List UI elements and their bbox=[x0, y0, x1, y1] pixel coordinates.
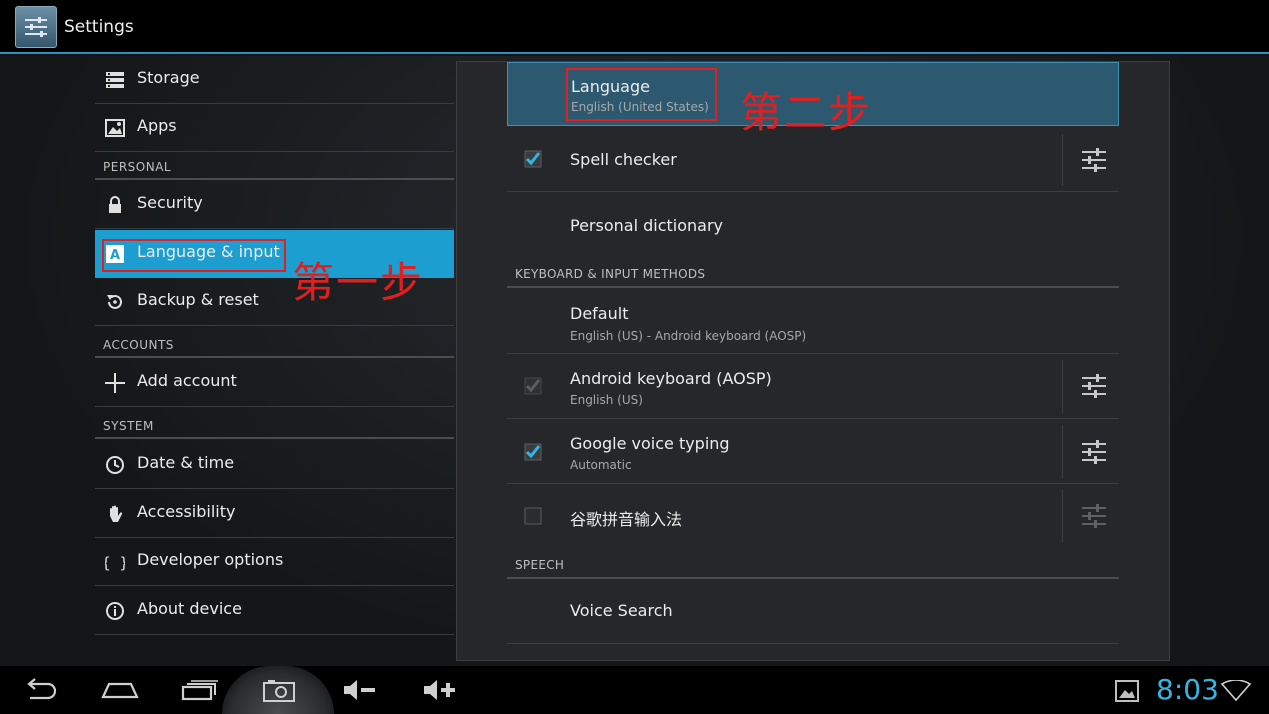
screenshot-icon bbox=[263, 680, 295, 702]
clock-icon bbox=[105, 455, 125, 475]
spell-checker-title: Spell checker bbox=[570, 150, 677, 169]
section-header-label: KEYBOARD & INPUT METHODS bbox=[515, 267, 706, 281]
spell-checker-settings-button[interactable] bbox=[1062, 134, 1119, 186]
status-clock[interactable]: 8:03 bbox=[1156, 673, 1219, 706]
sidebar-item-about-device[interactable]: About device bbox=[95, 587, 454, 635]
sliders-icon bbox=[1082, 504, 1106, 528]
annotation-step1: 第一步 bbox=[292, 258, 425, 307]
android-keyboard-checkbox[interactable] bbox=[524, 377, 542, 395]
android-keyboard-title: Android keyboard (AOSP) bbox=[570, 369, 772, 388]
sliders-icon bbox=[1082, 148, 1106, 172]
section-header-accounts: ACCOUNTS bbox=[95, 330, 454, 358]
storage-icon bbox=[105, 70, 125, 90]
pinyin-ime-title: 谷歌拼音输入法 bbox=[570, 510, 683, 529]
language-input-panel: Language English (United States) Spell c… bbox=[456, 61, 1170, 661]
annotation-box-step2 bbox=[566, 68, 717, 121]
sliders-icon bbox=[1082, 440, 1106, 464]
sidebar-item-add-account[interactable]: Add account bbox=[95, 359, 454, 407]
recent-apps-button[interactable] bbox=[178, 666, 222, 714]
section-header-system: SYSTEM bbox=[95, 411, 454, 439]
sidebar-item-date-time[interactable]: Date & time bbox=[95, 441, 454, 489]
default-keyboard-title: Default bbox=[570, 304, 629, 323]
section-header-label: PERSONAL bbox=[103, 160, 172, 174]
sidebar-item-apps[interactable]: Apps bbox=[95, 104, 454, 152]
backup-icon bbox=[105, 292, 125, 312]
lock-icon bbox=[105, 195, 125, 215]
personal-dictionary-setting[interactable]: Personal dictionary bbox=[507, 192, 1119, 258]
navigation-bar: 8:03 bbox=[0, 666, 1269, 714]
sidebar-item-label: Security bbox=[137, 193, 203, 212]
hand-icon bbox=[105, 504, 125, 524]
section-header-keyboard: KEYBOARD & INPUT METHODS bbox=[507, 258, 1119, 288]
volume-up-icon bbox=[424, 680, 455, 700]
google-voice-typing-setting[interactable]: Google voice typing Automatic bbox=[507, 419, 1119, 484]
sidebar-item-label: Backup & reset bbox=[137, 290, 259, 309]
google-voice-typing-title: Google voice typing bbox=[570, 434, 730, 453]
google-voice-typing-subtitle: Automatic bbox=[570, 458, 632, 472]
screenshot-button[interactable] bbox=[258, 666, 302, 714]
section-header-label: SYSTEM bbox=[103, 419, 154, 433]
sidebar-item-label: About device bbox=[137, 599, 242, 618]
sidebar-item-developer-options[interactable]: { } Developer options bbox=[95, 538, 454, 586]
info-icon bbox=[105, 601, 125, 621]
home-button[interactable] bbox=[98, 666, 142, 714]
app-title: Settings bbox=[64, 17, 134, 37]
volume-down-button[interactable] bbox=[340, 666, 380, 714]
sidebar-item-label: Date & time bbox=[137, 453, 235, 472]
back-button[interactable] bbox=[18, 666, 62, 714]
settings-icon[interactable] bbox=[15, 6, 57, 48]
action-bar: Settings bbox=[0, 0, 1269, 54]
settings-category-list: Storage Apps PERSONAL Security A Languag… bbox=[95, 56, 454, 666]
recent-apps-icon bbox=[181, 680, 218, 701]
sidebar-item-label: Add account bbox=[137, 371, 237, 390]
personal-dictionary-title: Personal dictionary bbox=[570, 216, 723, 235]
pinyin-ime-checkbox[interactable] bbox=[524, 507, 542, 525]
sidebar-item-label: Storage bbox=[137, 68, 200, 87]
back-icon bbox=[27, 678, 57, 700]
default-keyboard-setting[interactable]: Default English (US) - Android keyboard … bbox=[507, 288, 1119, 354]
gallery-notification[interactable] bbox=[1114, 666, 1140, 714]
sidebar-item-storage[interactable]: Storage bbox=[95, 56, 454, 104]
section-header-personal: PERSONAL bbox=[95, 152, 454, 180]
pinyin-ime-setting[interactable]: 谷歌拼音输入法 bbox=[507, 484, 1119, 548]
google-voice-typing-checkbox[interactable] bbox=[524, 443, 542, 461]
annotation-box-step1 bbox=[102, 239, 286, 272]
volume-down-icon bbox=[344, 680, 375, 700]
image-icon bbox=[1115, 680, 1139, 702]
sidebar-item-label: Developer options bbox=[137, 550, 284, 569]
spell-checker-checkbox[interactable] bbox=[524, 150, 542, 168]
sidebar-item-security[interactable]: Security bbox=[95, 181, 454, 229]
volume-up-button[interactable] bbox=[420, 666, 460, 714]
home-icon bbox=[101, 682, 139, 699]
sidebar-item-label: Accessibility bbox=[137, 502, 236, 521]
voice-search-setting[interactable]: Voice Search bbox=[507, 579, 1119, 644]
section-header-speech: SPEECH bbox=[507, 549, 1119, 579]
plus-icon bbox=[105, 373, 125, 393]
sidebar-item-accessibility[interactable]: Accessibility bbox=[95, 490, 454, 538]
svg-text:{ }: { } bbox=[105, 554, 125, 572]
voice-search-title: Voice Search bbox=[570, 601, 673, 620]
android-keyboard-setting[interactable]: Android keyboard (AOSP) English (US) bbox=[507, 354, 1119, 419]
google-voice-typing-settings-button[interactable] bbox=[1062, 425, 1119, 478]
section-header-label: ACCOUNTS bbox=[103, 338, 174, 352]
sliders-icon bbox=[1082, 374, 1106, 398]
default-keyboard-subtitle: English (US) - Android keyboard (AOSP) bbox=[570, 329, 807, 343]
wifi-icon bbox=[1221, 680, 1251, 702]
android-keyboard-settings-button[interactable] bbox=[1062, 360, 1119, 413]
braces-icon: { } bbox=[101, 552, 128, 572]
section-header-label: SPEECH bbox=[515, 558, 565, 572]
sidebar-item-label: Apps bbox=[137, 116, 177, 135]
pinyin-ime-settings-button[interactable] bbox=[1062, 490, 1119, 542]
annotation-step2: 第二步 bbox=[740, 88, 873, 137]
wifi-status[interactable] bbox=[1220, 666, 1252, 714]
android-keyboard-subtitle: English (US) bbox=[570, 393, 643, 407]
settings-content: Storage Apps PERSONAL Security A Languag… bbox=[0, 56, 1269, 666]
apps-icon bbox=[105, 118, 125, 138]
